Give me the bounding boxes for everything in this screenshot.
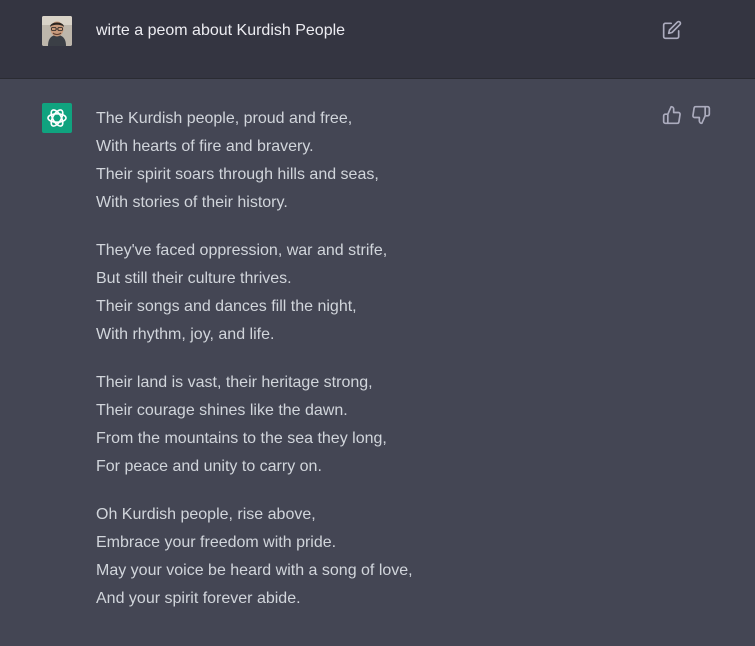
poem-stanza: They've faced oppression, war and strife… <box>96 237 636 349</box>
poem-stanza: Oh Kurdish people, rise above, Embrace y… <box>96 501 636 613</box>
user-message-row: wirte a peom about Kurdish People <box>0 0 755 79</box>
poem-line: But still their culture thrives. <box>96 270 292 287</box>
poem-line: Their songs and dances fill the night, <box>96 298 357 315</box>
edit-icon <box>662 20 682 40</box>
poem-line: Their courage shines like the dawn. <box>96 402 348 419</box>
user-avatar <box>42 16 72 46</box>
poem-line: With stories of their history. <box>96 194 288 211</box>
user-message-text: wirte a peom about Kurdish People <box>96 22 346 39</box>
assistant-avatar <box>42 103 72 133</box>
poem-stanza: Their land is vast, their heritage stron… <box>96 369 636 481</box>
user-avatar-image <box>42 16 72 46</box>
poem-line: With rhythm, joy, and life. <box>96 326 275 343</box>
edit-message-button[interactable] <box>662 20 682 40</box>
poem-line: Oh Kurdish people, rise above, <box>96 506 316 523</box>
thumbs-up-button[interactable] <box>662 105 682 125</box>
poem-line: May your voice be heard with a song of l… <box>96 562 413 579</box>
thumbs-down-button[interactable] <box>691 105 711 125</box>
poem-line: From the mountains to the sea they long, <box>96 430 387 447</box>
poem-line: Embrace your freedom with pride. <box>96 534 337 551</box>
assistant-message-text: The Kurdish people, proud and free, With… <box>96 105 636 633</box>
poem-line: With hearts of fire and bravery. <box>96 138 314 155</box>
poem-line: Their spirit soars through hills and sea… <box>96 166 379 183</box>
thumbs-up-icon <box>662 105 681 125</box>
poem-line: For peace and unity to carry on. <box>96 458 322 475</box>
thumbs-down-icon <box>692 105 711 125</box>
poem-line: They've faced oppression, war and strife… <box>96 242 388 259</box>
poem-stanza: The Kurdish people, proud and free, With… <box>96 105 636 217</box>
poem-line: The Kurdish people, proud and free, <box>96 110 353 127</box>
openai-logo-icon <box>47 109 67 127</box>
chat-conversation: wirte a peom about Kurdish People The Ku… <box>0 0 755 646</box>
assistant-message-row: The Kurdish people, proud and free, With… <box>0 79 755 646</box>
poem-line: And your spirit forever abide. <box>96 590 301 607</box>
poem-line: Their land is vast, their heritage stron… <box>96 374 373 391</box>
